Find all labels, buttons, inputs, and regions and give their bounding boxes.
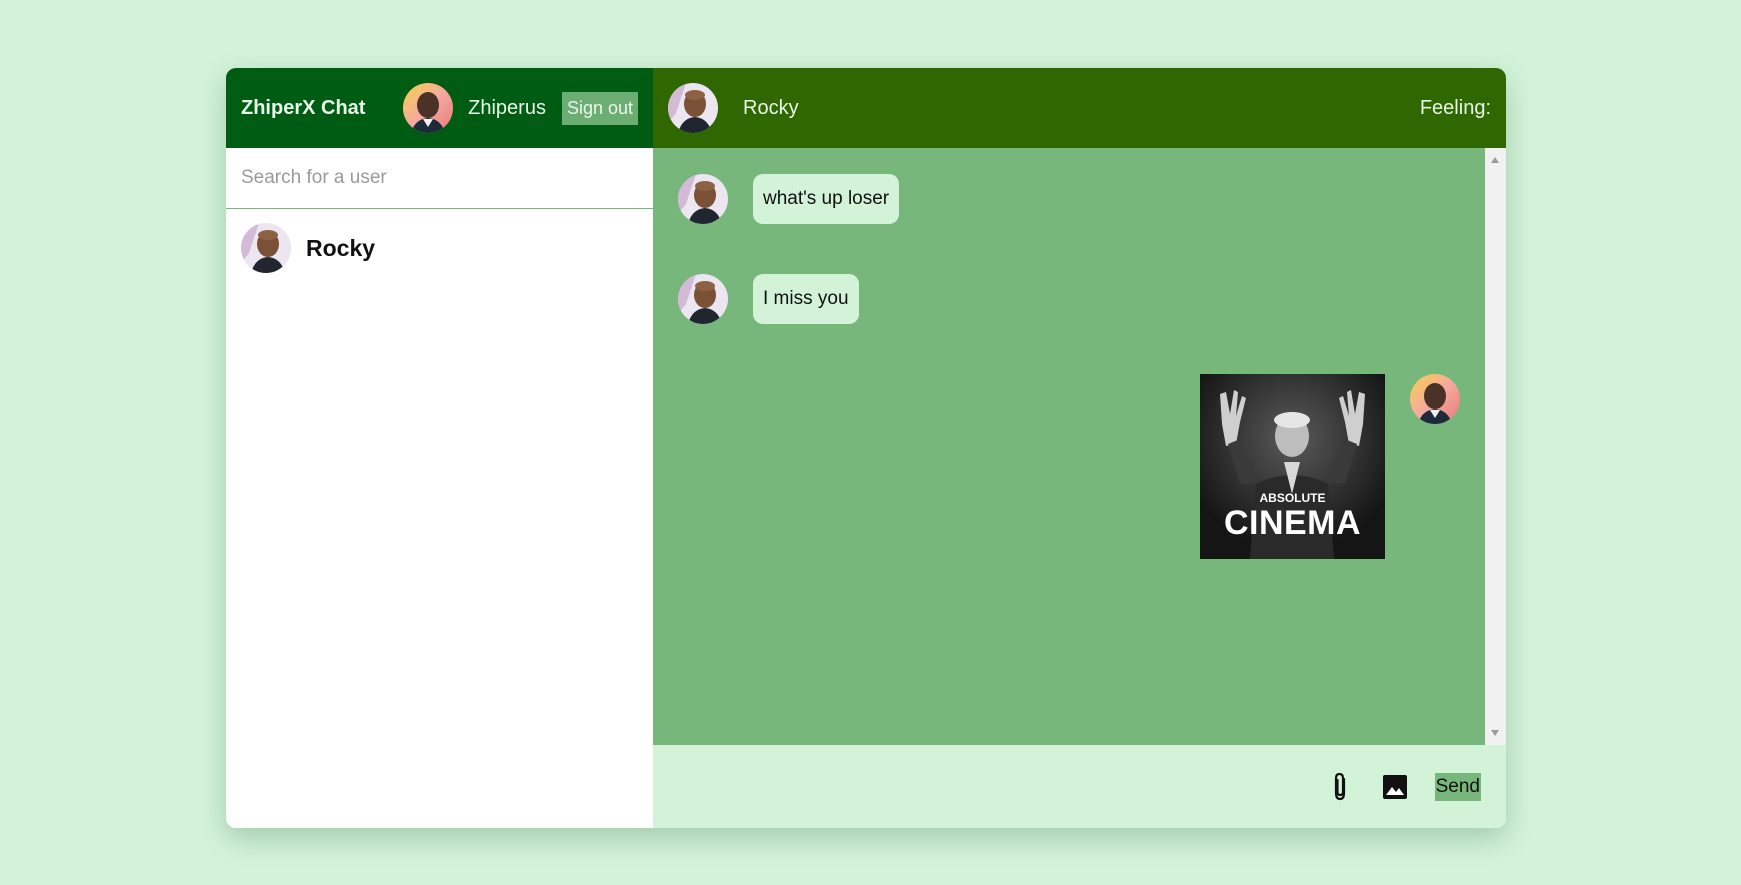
user-list-item-rocky[interactable]: Rocky	[226, 209, 653, 287]
feeling-label: Feeling:	[1419, 96, 1491, 119]
scroll-down-arrow-icon[interactable]	[1491, 730, 1499, 736]
message-input[interactable]	[678, 775, 1280, 798]
contact-avatar-icon	[678, 174, 728, 224]
message-incoming: I miss you	[678, 274, 1460, 324]
current-user-name: Zhiperus	[468, 96, 546, 119]
chat-app-window: ZhiperX Chat Zhiperus Sign out Search fo…	[226, 68, 1506, 828]
sidebar-header: ZhiperX Chat Zhiperus Sign out	[226, 68, 653, 148]
chat-panel: Rocky Feeling: what's up loser I miss yo…	[653, 68, 1506, 828]
message-outgoing: ABSOLUTE CINEMA	[678, 374, 1460, 559]
user-list-item-name: Rocky	[306, 234, 376, 261]
message-incoming: what's up loser	[678, 174, 1460, 224]
user-search	[226, 148, 653, 209]
contact-avatar-icon	[241, 223, 291, 273]
message-list: what's up loser I miss you ABSOLUTE CINE…	[653, 148, 1485, 745]
user-avatar-icon[interactable]	[403, 83, 454, 133]
message-bubble: I miss you	[753, 274, 859, 324]
current-user: Zhiperus Sign out	[403, 83, 638, 133]
sidebar: ZhiperX Chat Zhiperus Sign out Search fo…	[226, 68, 653, 828]
message-composer: Send	[653, 745, 1506, 828]
send-button[interactable]: Send	[1434, 772, 1481, 801]
chat-header: Rocky Feeling:	[653, 68, 1506, 148]
user-avatar-icon	[1410, 374, 1460, 424]
image-caption-small: ABSOLUTE	[1259, 491, 1326, 505]
image-icon[interactable]	[1380, 772, 1410, 802]
scroll-up-arrow-icon[interactable]	[1491, 157, 1499, 163]
message-bubble: what's up loser	[753, 174, 900, 224]
messages-scrollbar[interactable]	[1485, 148, 1506, 745]
sign-out-button[interactable]: Sign out	[561, 91, 638, 125]
contact-avatar-icon	[678, 274, 728, 324]
image-message[interactable]: ABSOLUTE CINEMA	[1200, 374, 1385, 559]
image-caption-big: CINEMA	[1223, 504, 1362, 542]
paperclip-icon[interactable]	[1325, 772, 1355, 802]
search-input[interactable]	[241, 167, 638, 189]
contact-avatar-icon	[668, 83, 718, 133]
app-brand: ZhiperX Chat	[241, 96, 366, 119]
messages-area: what's up loser I miss you ABSOLUTE CINE…	[653, 148, 1506, 745]
chat-contact-name: Rocky	[743, 96, 799, 119]
